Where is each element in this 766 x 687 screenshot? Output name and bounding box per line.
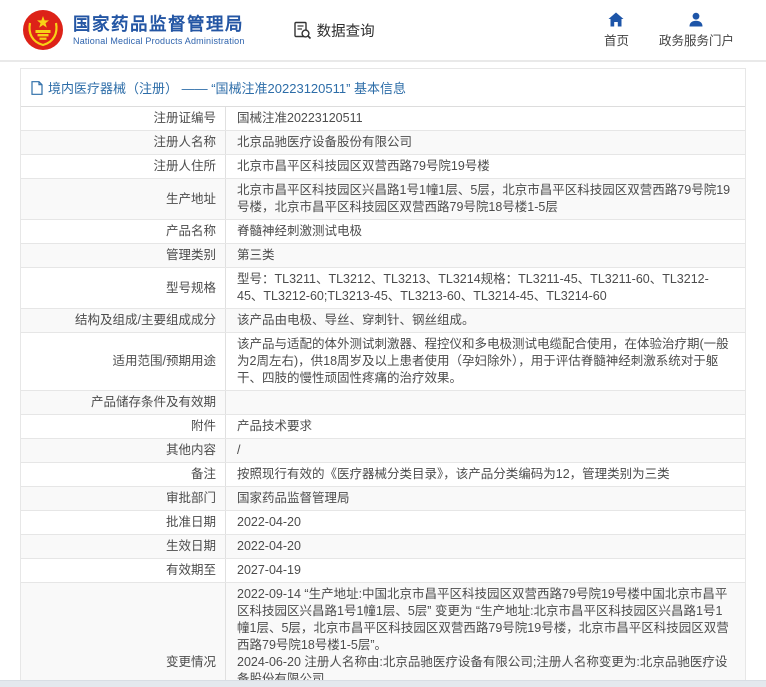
row-value: 2022-04-20 (237, 539, 301, 553)
row-value: 型号：TL3211、TL3212、TL3213、TL3214规格：TL3211-… (237, 272, 709, 303)
row-label: 备注 (21, 463, 226, 486)
nav-item-gov-portal[interactable]: 政务服务门户 (659, 12, 734, 49)
row-value: 北京市昌平区科技园区双营西路79号院19号楼 (237, 159, 490, 173)
table-row: 注册人住所 北京市昌平区科技园区双营西路79号院19号楼 (21, 155, 745, 179)
row-value: 2027-04-19 (237, 563, 301, 577)
row-value: 国家药品监督管理局 (237, 491, 350, 505)
table-row: 生产地址 北京市昌平区科技园区兴昌路1号1幢1层、5层，北京市昌平区科技园区双营… (21, 179, 745, 220)
registration-info-table: 注册证编号 国械注准20223120511 注册人名称 北京品驰医疗设备股份有限… (21, 107, 745, 687)
row-label: 其他内容 (21, 439, 226, 462)
row-label: 变更情况 (21, 583, 226, 687)
row-label: 产品名称 (21, 220, 226, 243)
table-row: 其他内容 / (21, 439, 745, 463)
row-value: 产品技术要求 (237, 419, 313, 433)
table-row: 批准日期 2022-04-20 (21, 511, 745, 535)
site-subtitle: National Medical Products Administration (73, 36, 245, 46)
row-value: 北京市昌平区科技园区兴昌路1号1幢1层、5层，北京市昌平区科技园区双营西路79号… (237, 183, 731, 214)
table-row-change-history: 变更情况 2022-09-14 “生产地址:中国北京市昌平区科技园区双营西路79… (21, 583, 745, 687)
site-logo[interactable]: 国家药品监督管理局 National Medical Products Admi… (22, 9, 245, 51)
footer-bar (0, 680, 766, 687)
site-title-block: 国家药品监督管理局 National Medical Products Admi… (73, 14, 245, 46)
nav-item-home[interactable]: 首页 (604, 12, 629, 49)
breadcrumb: 境内医疗器械（注册） —— “国械注准20223120511” 基本信息 (21, 69, 745, 107)
row-value: 按照现行有效的《医疗器械分类目录》，该产品分类编码为12，管理类别为三类 (237, 467, 670, 481)
row-label: 生产地址 (21, 179, 226, 219)
row-label: 注册证编号 (21, 107, 226, 130)
row-value: 2022-09-14 “生产地址:中国北京市昌平区科技园区双营西路79号院19号… (237, 587, 729, 686)
site-header: 国家药品监督管理局 National Medical Products Admi… (0, 0, 766, 62)
data-query-label: 数据查询 (316, 23, 375, 40)
breadcrumb-text: 境内医疗器械（注册） —— “国械注准20223120511” 基本信息 (48, 81, 407, 96)
row-label: 批准日期 (21, 511, 226, 534)
row-value: 2022-04-20 (237, 515, 301, 529)
data-query-button[interactable]: 数据查询 (293, 20, 375, 41)
table-row: 产品名称 脊髓神经刺激测试电极 (21, 220, 745, 244)
row-label: 结构及组成/主要组成成分 (21, 309, 226, 332)
table-row: 注册人名称 北京品驰医疗设备股份有限公司 (21, 131, 745, 155)
table-row: 型号规格 型号：TL3211、TL3212、TL3213、TL3214规格：TL… (21, 268, 745, 309)
row-value (226, 391, 745, 414)
user-icon (689, 12, 703, 26)
row-value: 国械注准20223120511 (237, 111, 363, 125)
table-row: 审批部门 国家药品监督管理局 (21, 487, 745, 511)
row-value: 第三类 (237, 248, 275, 262)
row-label: 注册人名称 (21, 131, 226, 154)
nav-gov-portal-label: 政务服务门户 (658, 33, 734, 48)
national-emblem-icon (23, 10, 63, 50)
table-row: 附件 产品技术要求 (21, 415, 745, 439)
row-value: 脊髓神经刺激测试电极 (237, 224, 363, 238)
row-value: / (237, 443, 241, 457)
row-label: 管理类别 (21, 244, 226, 267)
row-value: 该产品由电极、导丝、穿刺针、钢丝组成。 (237, 313, 475, 327)
table-row: 注册证编号 国械注准20223120511 (21, 107, 745, 131)
table-row: 产品储存条件及有效期 (21, 391, 745, 415)
row-label: 审批部门 (21, 487, 226, 510)
row-value: 北京品驰医疗设备股份有限公司 (237, 135, 413, 149)
table-row: 管理类别 第三类 (21, 244, 745, 268)
home-icon (608, 12, 624, 26)
document-search-icon (293, 21, 311, 39)
row-label: 附件 (21, 415, 226, 438)
table-row: 备注 按照现行有效的《医疗器械分类目录》，该产品分类编码为12，管理类别为三类 (21, 463, 745, 487)
row-label: 产品储存条件及有效期 (21, 391, 226, 414)
header-nav: 首页 政务服务门户 (604, 12, 744, 49)
row-label: 注册人住所 (21, 155, 226, 178)
content-panel: 境内医疗器械（注册） —— “国械注准20223120511” 基本信息 注册证… (20, 68, 746, 687)
row-label: 有效期至 (21, 559, 226, 582)
row-label: 适用范围/预期用途 (21, 333, 226, 390)
site-title: 国家药品监督管理局 (73, 14, 244, 34)
nav-home-label: 首页 (603, 33, 629, 48)
document-icon (31, 80, 43, 95)
row-label: 生效日期 (21, 535, 226, 558)
table-row: 适用范围/预期用途 该产品与适配的体外测试刺激器、程控仪和多电极测试电缆配合使用… (21, 333, 745, 391)
table-row: 生效日期 2022-04-20 (21, 535, 745, 559)
table-row: 结构及组成/主要组成成分 该产品由电极、导丝、穿刺针、钢丝组成。 (21, 309, 745, 333)
table-row: 有效期至 2027-04-19 (21, 559, 745, 583)
row-value: 该产品与适配的体外测试刺激器、程控仪和多电极测试电缆配合使用，在体验治疗期(一般… (237, 337, 729, 385)
row-label: 型号规格 (21, 268, 226, 308)
